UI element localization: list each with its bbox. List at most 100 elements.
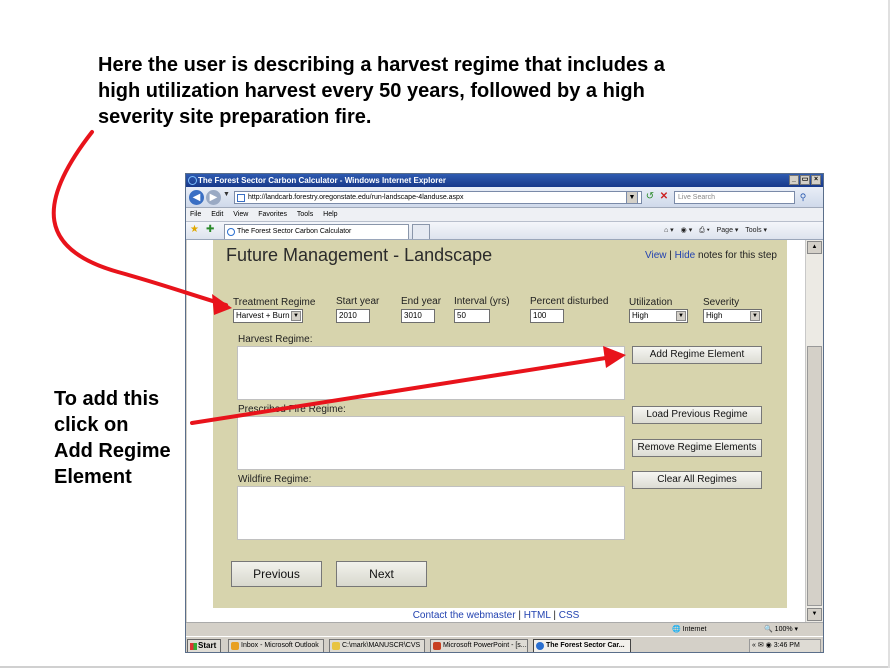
wildfire-regime-label: Wildfire Regime: [238,474,312,485]
address-bar: ◀ ▶ ▼ http://landcarb.forestry.oregonsta… [186,187,823,208]
minimize-button[interactable]: _ [789,175,799,185]
chevron-down-icon: ▼ [750,311,760,321]
add-regime-element-button[interactable]: Add Regime Element [632,346,762,364]
window-titlebar: The Forest Sector Carbon Calculator - Wi… [186,174,823,187]
severity-select[interactable]: High ▼ [703,309,762,323]
caption-left: To add this click on Add Regime Element [54,386,194,490]
status-zone-text: Internet [682,626,707,633]
page-title: Future Management - Landscape [226,245,493,265]
footer-links: Contact the webmaster | HTML | CSS [187,610,805,621]
taskbar-item-folder[interactable]: C:\mark\MANUSCR\CVS [329,639,425,652]
treatment-regime-select[interactable]: Harvest + Burn ▼ [233,309,303,323]
interval-input[interactable]: 50 [454,309,490,323]
feeds-icon[interactable]: ◉ ▾ [681,227,693,234]
start-label: Start [198,641,217,650]
page-icon [237,194,245,202]
caption-top: Here the user is describing a harvest re… [98,52,798,130]
load-previous-regime-button[interactable]: Load Previous Regime [632,406,762,424]
menu-file[interactable]: File [190,211,201,218]
home-icon[interactable]: ⌂ ▾ [664,227,674,234]
outlook-icon [231,642,239,650]
scroll-up-icon[interactable]: ▲ [807,241,822,254]
zoom-control[interactable]: 🔍 100% ▾ [764,623,798,637]
favorites-star-icon[interactable]: ★ [190,224,199,235]
history-dropdown-icon[interactable]: ▼ [223,191,230,198]
next-button[interactable]: Next [336,561,427,587]
refresh-icon[interactable]: ↺ [644,191,656,204]
treatment-regime-value: Harvest + Burn [236,311,290,320]
tools-menu[interactable]: Tools ▾ [745,227,767,234]
clock: 3:46 PM [773,642,800,649]
ie-icon [188,176,197,185]
url-input[interactable]: http://landcarb.forestry.oregonstate.edu… [234,191,642,204]
menu-view[interactable]: View [233,211,248,218]
ie-tab-icon [227,228,235,236]
taskbar-item-browser[interactable]: The Forest Sector Car... [533,639,631,652]
taskbar-item-label: Inbox - Microsoft Outlook [241,642,319,649]
wildfire-regime-box[interactable] [237,486,625,540]
url-dropdown-icon[interactable]: ▼ [626,191,638,204]
contact-webmaster-link[interactable]: Contact the webmaster [413,610,516,621]
percent-disturbed-input[interactable]: 100 [530,309,564,323]
taskbar-item-outlook[interactable]: Inbox - Microsoft Outlook [228,639,324,652]
remove-regime-elements-button[interactable]: Remove Regime Elements [632,439,762,457]
window-title: The Forest Sector Carbon Calculator - Wi… [198,176,446,185]
start-year-input[interactable]: 2010 [336,309,370,323]
previous-button[interactable]: Previous [231,561,322,587]
window-controls: _ ▭ × [789,175,821,185]
clear-all-regimes-button[interactable]: Clear All Regimes [632,471,762,489]
close-button[interactable]: × [811,175,821,185]
windows-logo-icon [190,643,197,650]
menu-edit[interactable]: Edit [211,211,223,218]
add-favorite-icon[interactable]: ✚ [206,224,214,235]
html-link[interactable]: HTML [524,610,551,621]
caption-left-line: Add Regime [54,440,171,462]
notes-suffix: notes for this step [698,250,777,261]
caption-left-line: To add this [54,388,160,410]
end-year-label: End year [401,296,442,307]
start-button[interactable]: Start [187,639,221,652]
harvest-regime-box[interactable] [237,346,625,400]
taskbar-item-label: The Forest Sector Car... [546,642,625,649]
harvest-regime-label: Harvest Regime: [238,334,313,345]
forward-button[interactable]: ▶ [206,190,221,205]
hide-notes-link[interactable]: Hide [675,250,696,261]
restore-button[interactable]: ▭ [800,175,810,185]
ie-icon [536,642,544,650]
new-tab-button[interactable] [412,224,430,239]
scroll-thumb[interactable] [807,346,822,606]
utilization-value: High [632,311,649,320]
severity-label: Severity [703,297,740,308]
chevron-down-icon: ▼ [676,311,686,321]
system-tray: « ✉ ◉ 3:46 PM [749,639,821,652]
end-year-input[interactable]: 3010 [401,309,435,323]
prescribed-fire-regime-box[interactable] [237,416,625,470]
tab-active[interactable]: The Forest Sector Carbon Calculator [224,224,409,239]
css-link[interactable]: CSS [559,610,580,621]
page-menu[interactable]: Page ▾ [717,227,739,234]
menu-help[interactable]: Help [323,211,337,218]
taskbar-item-powerpoint[interactable]: Microsoft PowerPoint - [s... [430,639,528,652]
page-panel: Future Management - Landscape View | Hid… [213,240,787,608]
menu-tools[interactable]: Tools [297,211,313,218]
severity-value: High [706,311,723,320]
zoom-level: 100% [774,626,793,633]
back-button[interactable]: ◀ [189,190,204,205]
print-icon[interactable]: ⎙ ▾ [699,227,710,234]
prescribed-fire-regime-label: Prescribed Fire Regime: [238,404,346,415]
caption-top-line: severity site preparation fire. [98,106,372,128]
vertical-scrollbar[interactable]: ▲ ▼ [805,240,823,622]
url-text: http://landcarb.forestry.oregonstate.edu… [248,194,464,201]
start-year-label: Start year [336,296,380,307]
menu-favorites[interactable]: Favorites [258,211,287,218]
search-icon[interactable]: ⚲ [797,191,809,204]
stop-icon[interactable]: ✕ [658,191,670,204]
search-input[interactable]: Live Search [674,191,795,204]
browser-window: The Forest Sector Carbon Calculator - Wi… [185,173,824,653]
tray-icons[interactable]: « ✉ ◉ [752,642,772,649]
utilization-select[interactable]: High ▼ [629,309,688,323]
scroll-down-icon[interactable]: ▼ [807,608,822,621]
interval-label: Interval (yrs) [454,296,510,307]
status-zone: 🌐 Internet [672,626,707,633]
view-notes-link[interactable]: View [645,250,667,261]
